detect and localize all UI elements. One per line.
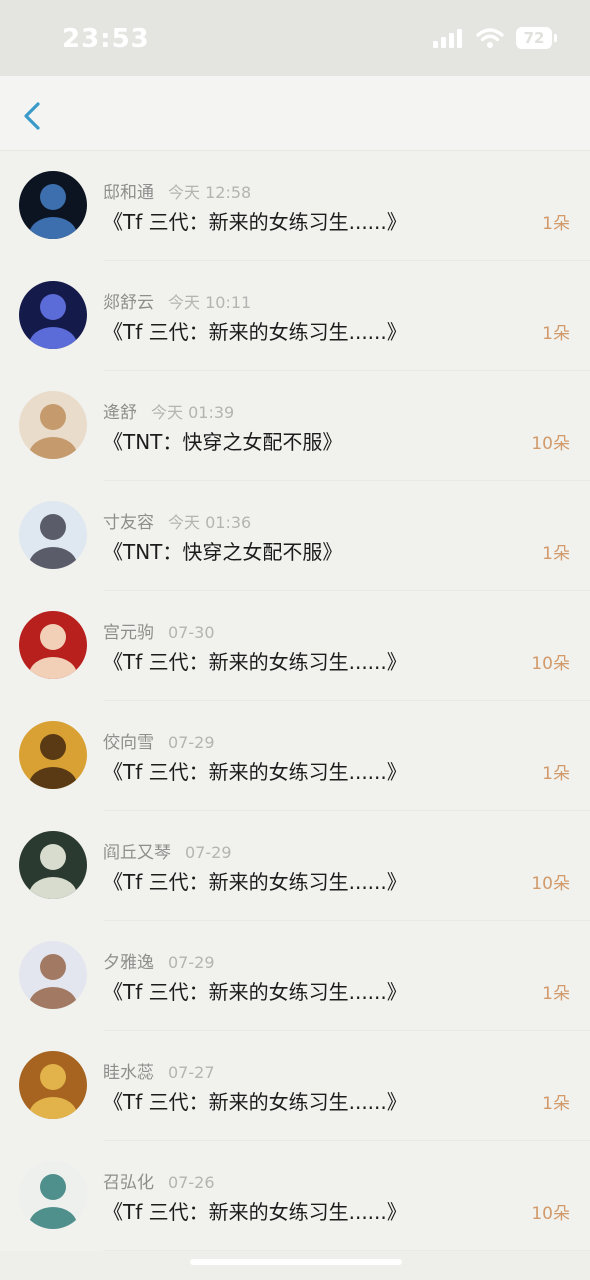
book-title: 《Tf 三代：新来的女练习生......》 <box>103 320 407 344</box>
flower-count: 1朵 <box>542 764 570 784</box>
timestamp: 今天 01:36 <box>168 513 252 532</box>
wifi-icon <box>476 28 504 48</box>
sender-name: 郯舒云 <box>103 293 154 313</box>
sender-name: 逄舒 <box>103 403 137 423</box>
list-item[interactable]: 逄舒 今天 01:39 《TNT：快穿之女配不服》 10朵 <box>0 371 590 481</box>
status-icons: 72 <box>433 27 557 49</box>
book-title: 《Tf 三代：新来的女练习生......》 <box>103 1090 407 1114</box>
sender-line: 夕雅逸 07-29 <box>103 948 215 973</box>
list-item[interactable]: 宫元驹 07-30 《Tf 三代：新来的女练习生......》 10朵 <box>0 591 590 701</box>
flower-count: 1朵 <box>542 1094 570 1114</box>
list-item[interactable]: 郯舒云 今天 10:11 《Tf 三代：新来的女练习生......》 1朵 <box>0 261 590 371</box>
sender-line: 宫元驹 07-30 <box>103 618 215 643</box>
battery-icon: 72 <box>516 27 557 49</box>
sender-name: 邸和通 <box>103 183 154 203</box>
sender-name: 眭水蕊 <box>103 1063 154 1083</box>
book-title: 《Tf 三代：新来的女练习生......》 <box>103 210 407 234</box>
sender-line: 邸和通 今天 12:58 <box>103 178 251 203</box>
sender-line: 佼向雪 07-29 <box>103 728 215 753</box>
sender-line: 阎丘又琴 07-29 <box>103 838 232 863</box>
book-title: 《Tf 三代：新来的女练习生......》 <box>103 1200 407 1224</box>
cellular-signal-icon <box>433 29 462 48</box>
flower-count: 10朵 <box>531 1204 570 1224</box>
timestamp: 07-30 <box>168 623 215 642</box>
flower-count: 10朵 <box>531 874 570 894</box>
sender-line: 郯舒云 今天 10:11 <box>103 288 251 313</box>
list-item[interactable]: 召弘化 07-26 《Tf 三代：新来的女练习生......》 10朵 <box>0 1141 590 1251</box>
flower-count: 1朵 <box>542 984 570 1004</box>
book-title: 《Tf 三代：新来的女练习生......》 <box>103 760 407 784</box>
sender-line: 寸友容 今天 01:36 <box>103 508 251 533</box>
timestamp: 07-27 <box>168 1063 215 1082</box>
avatar[interactable] <box>19 171 87 239</box>
flower-count: 10朵 <box>531 434 570 454</box>
sender-name: 召弘化 <box>103 1173 154 1193</box>
status-bar: 23:53 72 <box>0 0 590 76</box>
flower-gift-list: 邸和通 今天 12:58 《Tf 三代：新来的女练习生......》 1朵 郯舒云 今天 … <box>0 151 590 1251</box>
chevron-left-icon <box>24 102 40 130</box>
list-item[interactable]: 阎丘又琴 07-29 《Tf 三代：新来的女练习生......》 10朵 <box>0 811 590 921</box>
book-title: 《Tf 三代：新来的女练习生......》 <box>103 870 407 894</box>
sender-line: 逄舒 今天 01:39 <box>103 398 234 423</box>
status-time: 23:53 <box>62 24 150 54</box>
avatar[interactable] <box>19 501 87 569</box>
sender-name: 佼向雪 <box>103 733 154 753</box>
flower-count: 10朵 <box>531 654 570 674</box>
avatar[interactable] <box>19 281 87 349</box>
book-title: 《Tf 三代：新来的女练习生......》 <box>103 980 407 1004</box>
back-button[interactable] <box>16 96 50 136</box>
timestamp: 07-29 <box>185 843 232 862</box>
avatar[interactable] <box>19 1161 87 1229</box>
flower-count: 1朵 <box>542 324 570 344</box>
list-item[interactable]: 夕雅逸 07-29 《Tf 三代：新来的女练习生......》 1朵 <box>0 921 590 1031</box>
nav-bar <box>0 76 590 151</box>
list-item[interactable]: 眭水蕊 07-27 《Tf 三代：新来的女练习生......》 1朵 <box>0 1031 590 1141</box>
timestamp: 今天 10:11 <box>168 293 252 312</box>
timestamp: 07-26 <box>168 1173 215 1192</box>
sender-line: 眭水蕊 07-27 <box>103 1058 215 1083</box>
home-indicator[interactable] <box>190 1259 402 1265</box>
avatar[interactable] <box>19 941 87 1009</box>
sender-name: 宫元驹 <box>103 623 154 643</box>
list-item[interactable]: 寸友容 今天 01:36 《TNT：快穿之女配不服》 1朵 <box>0 481 590 591</box>
sender-name: 夕雅逸 <box>103 953 154 973</box>
avatar[interactable] <box>19 721 87 789</box>
timestamp: 07-29 <box>168 733 215 752</box>
sender-line: 召弘化 07-26 <box>103 1168 215 1193</box>
avatar[interactable] <box>19 611 87 679</box>
avatar[interactable] <box>19 831 87 899</box>
timestamp: 今天 01:39 <box>151 403 235 422</box>
list-item[interactable]: 邸和通 今天 12:58 《Tf 三代：新来的女练习生......》 1朵 <box>0 151 590 261</box>
battery-level: 72 <box>523 29 545 47</box>
sender-name: 寸友容 <box>103 513 154 533</box>
book-title: 《Tf 三代：新来的女练习生......》 <box>103 650 407 674</box>
timestamp: 今天 12:58 <box>168 183 252 202</box>
divider <box>103 1250 590 1251</box>
flower-count: 1朵 <box>542 214 570 234</box>
sender-name: 阎丘又琴 <box>103 843 171 863</box>
avatar[interactable] <box>19 391 87 459</box>
timestamp: 07-29 <box>168 953 215 972</box>
avatar[interactable] <box>19 1051 87 1119</box>
list-item[interactable]: 佼向雪 07-29 《Tf 三代：新来的女练习生......》 1朵 <box>0 701 590 811</box>
flower-count: 1朵 <box>542 544 570 564</box>
book-title: 《TNT：快穿之女配不服》 <box>103 540 343 564</box>
book-title: 《TNT：快穿之女配不服》 <box>103 430 343 454</box>
